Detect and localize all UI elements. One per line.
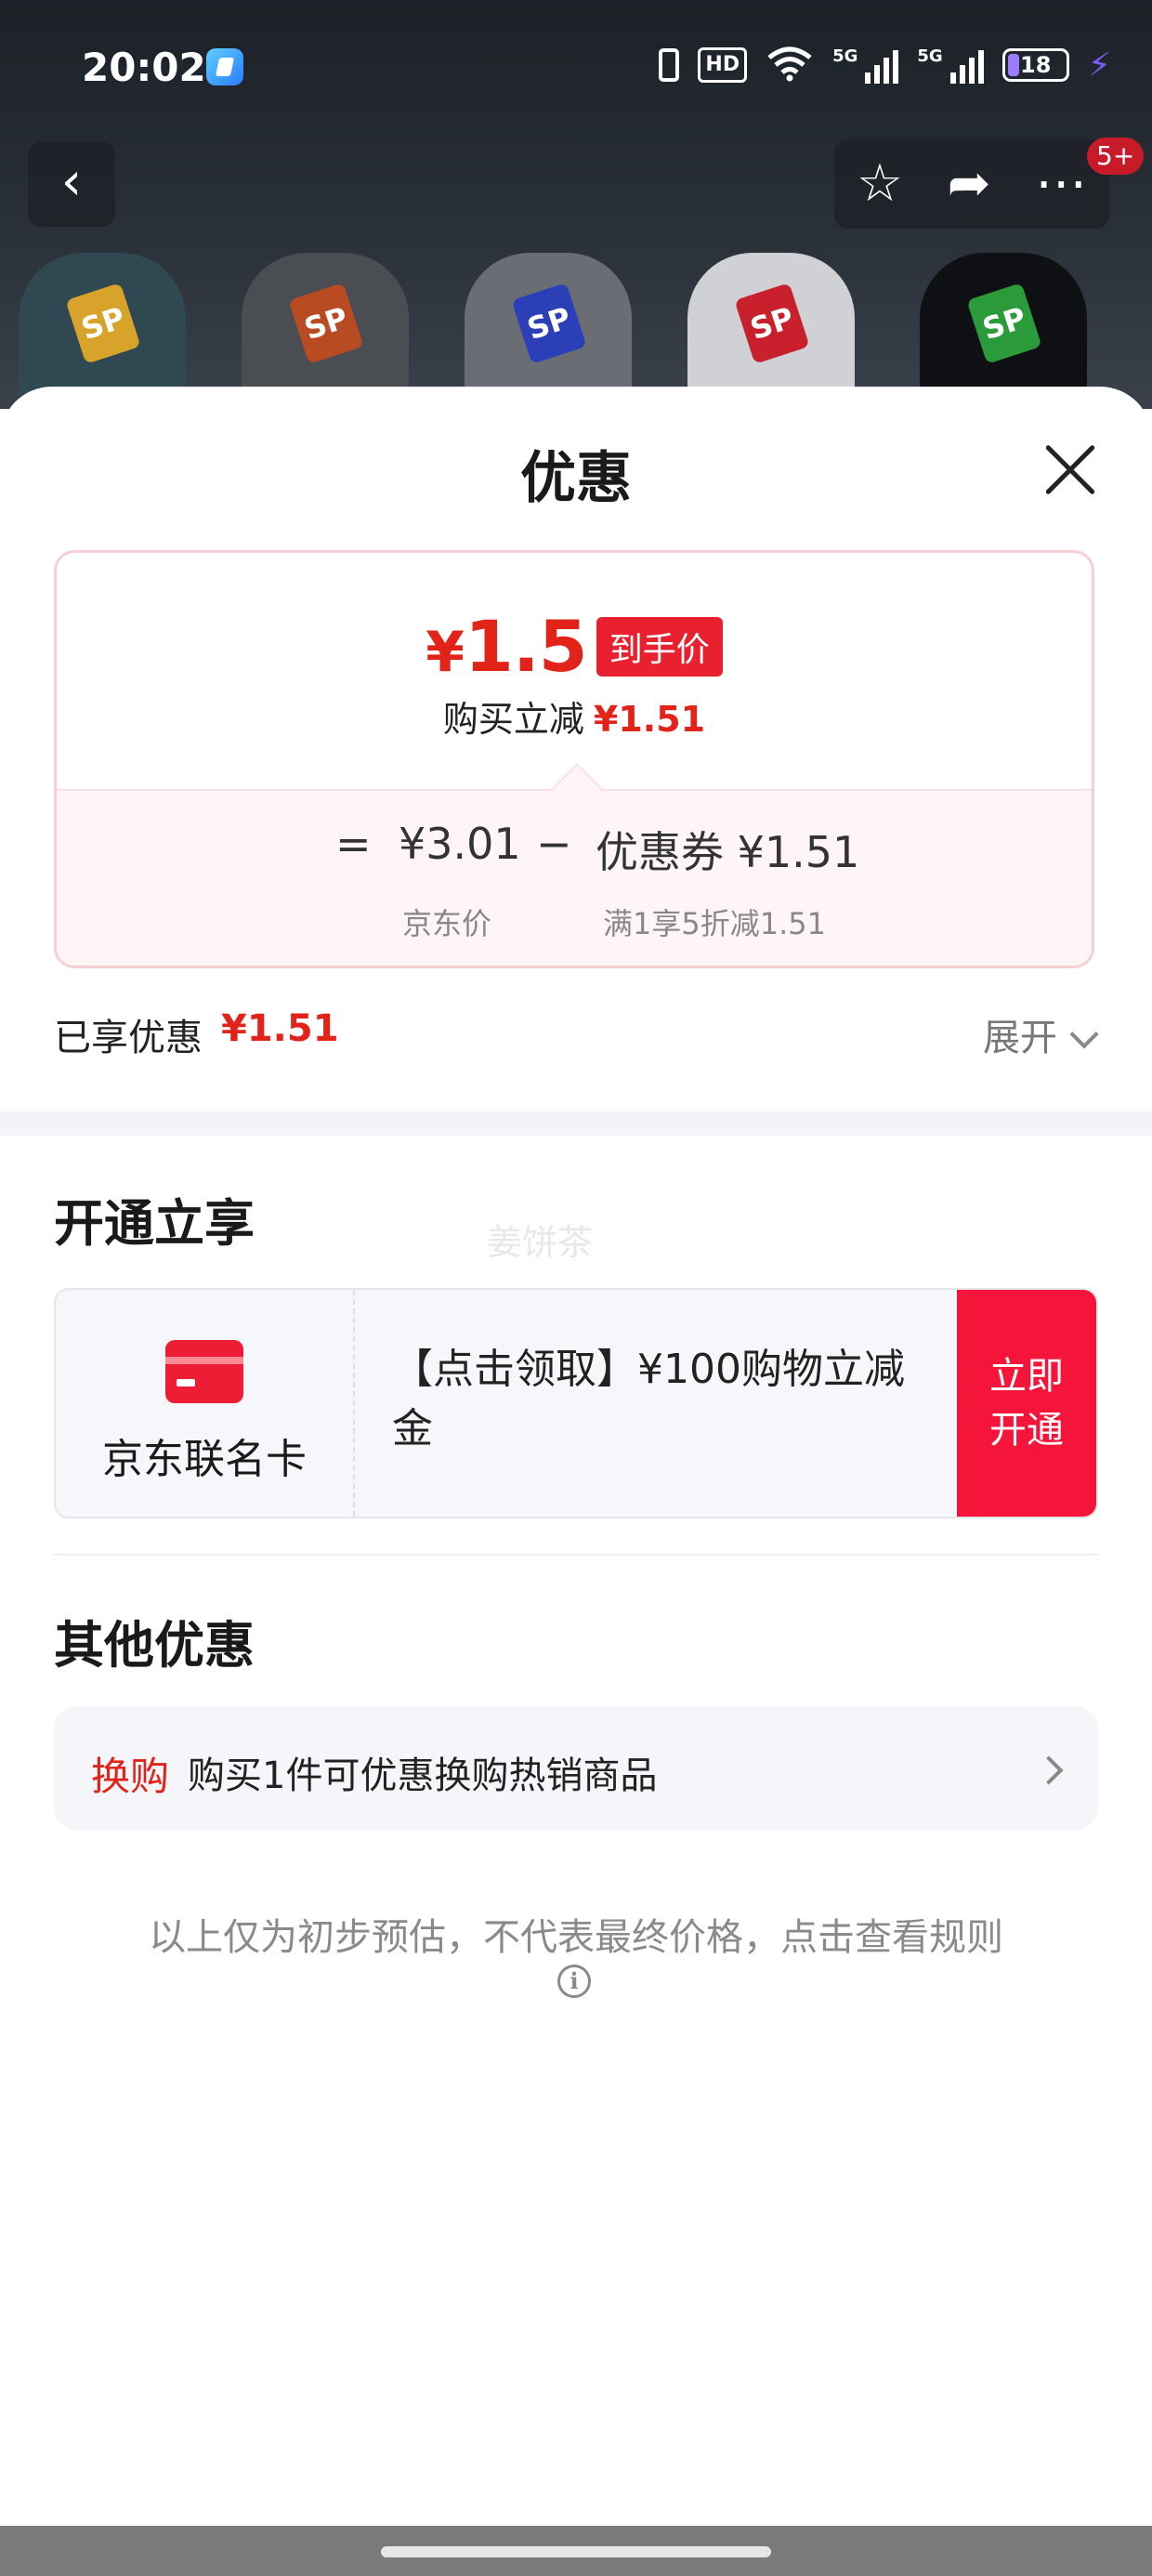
battery-level-fill — [1007, 54, 1019, 76]
co-branded-card-offer[interactable]: 京东联名卡 【点击领取】¥100购物立减金 立即开通 — [54, 1288, 1098, 1518]
product-image-sock: SP — [19, 253, 186, 409]
charging-icon: ⚡ — [1087, 46, 1111, 85]
swap-purchase-row[interactable]: 换购 购买1件可优惠换购热销商品 — [54, 1706, 1098, 1831]
sheet-title: 优惠 — [520, 446, 632, 511]
offer-description: 【点击领取】¥100购物立减金 — [392, 1346, 905, 1452]
navigation-bar — [0, 2526, 1152, 2576]
sock-tag: SP — [288, 283, 364, 364]
card-name: 京东联名卡 — [102, 1436, 307, 1483]
status-bar: 20:02 HD 5G 5G 18 ⚡ — [0, 0, 1152, 139]
battery-level: 18 — [1020, 52, 1052, 78]
signal-label: 5G — [832, 46, 858, 66]
enjoyed-discount-label: 已享优惠 — [54, 1017, 203, 1059]
credit-card-icon — [165, 1340, 243, 1403]
equals-sign: = — [335, 819, 372, 869]
final-price: ¥1.5 — [425, 605, 588, 688]
swap-tag: 换购 — [91, 1754, 170, 1799]
chevron-right-icon — [1034, 1755, 1064, 1785]
app-notification-icon — [206, 48, 243, 85]
home-indicator[interactable] — [381, 2546, 771, 2557]
final-price-value: 1.5 — [465, 605, 588, 688]
system-icons: HD 5G 5G 18 ⚡ — [659, 45, 1111, 85]
instant-discount-value: ¥1.51 — [593, 699, 706, 740]
coupon-value: 优惠券 ¥1.51 — [596, 827, 860, 877]
section-separator — [0, 1111, 1152, 1136]
share-icon[interactable]: ➦ — [948, 158, 991, 210]
sock-tag: SP — [966, 283, 1042, 364]
hd-icon: HD — [698, 47, 748, 83]
close-icon[interactable] — [1041, 440, 1100, 500]
currency-symbol: ¥ — [425, 620, 465, 685]
signal-label: 5G — [917, 46, 943, 66]
activate-section-title: 开通立享 — [54, 1194, 255, 1253]
expand-button[interactable]: 展开 — [983, 1007, 1057, 1061]
price-disclaimer[interactable]: 以上仅为初步预估，不代表最终价格，点击查看规则 — [0, 1907, 1152, 1961]
product-image-sock: SP — [465, 253, 632, 409]
price-calculation: = ¥3.01 − 优惠券 ¥1.51 京东价 满1享5折减1.51 — [57, 763, 1092, 966]
signal-icon: 5G — [832, 46, 899, 84]
more-icon[interactable]: ⋯ — [1035, 158, 1087, 210]
favorite-star-icon[interactable]: ☆ — [857, 158, 903, 210]
instant-discount-row: 购买立减 ¥1.51 — [57, 690, 1092, 742]
final-price-row: ¥1.5 到手价 — [57, 605, 1092, 688]
battery-icon: 18 — [1001, 48, 1069, 82]
open-now-button[interactable]: 立即开通 — [957, 1290, 1096, 1517]
enjoyed-discount-value: ¥1.51 — [221, 1007, 339, 1050]
pointer-arrow — [552, 763, 602, 813]
open-now-label: 立即开通 — [989, 1355, 1064, 1452]
coupon-caption: 满1享5折减1.51 — [603, 906, 826, 941]
sock-tag: SP — [65, 283, 141, 364]
message-count-badge: 5+ — [1087, 138, 1145, 175]
watermark: 姜饼茶 — [487, 1222, 594, 1263]
swap-description: 购买1件可优惠换购热销商品 — [188, 1755, 658, 1797]
info-icon[interactable]: i — [557, 1965, 591, 1998]
product-page-background: SP SP SP SP SP 20:02 HD 5G 5G 18 ⚡ ‹ ☆ ➦… — [0, 0, 1152, 409]
other-offers-title: 其他优惠 — [54, 1616, 255, 1675]
product-image-sock: SP — [687, 253, 855, 409]
card-info: 京东联名卡 — [56, 1290, 355, 1517]
sock-tag: SP — [511, 283, 587, 364]
instant-discount-label: 购买立减 — [442, 699, 584, 740]
price-breakdown-card: ¥1.5 到手价 购买立减 ¥1.51 = ¥3.01 − 优惠券 ¥1.51 京东… — [54, 550, 1094, 968]
divider — [54, 1554, 1098, 1556]
signal-icon: 5G — [917, 46, 984, 84]
discount-sheet: 优惠 ¥1.5 到手价 购买立减 ¥1.51 = ¥3.01 − 优惠券 ¥1.51… — [0, 387, 1152, 2526]
wifi-icon — [766, 45, 814, 85]
minus-sign: − — [536, 819, 572, 869]
sock-tag: SP — [734, 283, 810, 364]
status-time: 20:02 — [82, 45, 206, 90]
chevron-down-icon[interactable] — [1069, 1019, 1099, 1049]
product-image-sock: SP — [920, 253, 1087, 409]
back-button[interactable]: ‹ — [28, 141, 115, 227]
jd-price-value: ¥3.01 — [399, 819, 521, 869]
top-action-group: ☆ ➦ ⋯ — [834, 139, 1109, 229]
final-price-tag: 到手价 — [596, 616, 723, 677]
jd-price-caption: 京东价 — [402, 906, 492, 941]
vibrate-icon — [659, 48, 680, 82]
product-image-sock: SP — [242, 253, 409, 409]
